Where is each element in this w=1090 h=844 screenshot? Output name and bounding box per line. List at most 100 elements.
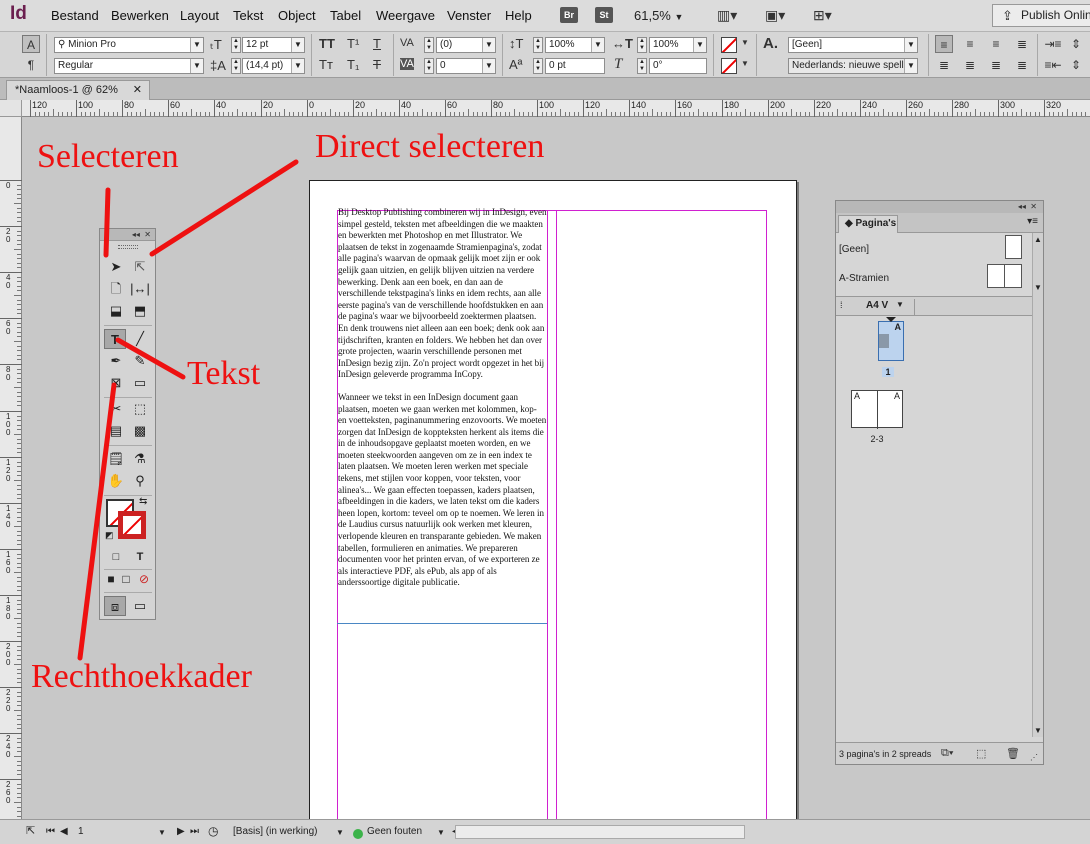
superscript-icon[interactable]: T¹ — [347, 36, 359, 51]
fill-stroke-widget[interactable]: ⇆ ◩ — [105, 496, 150, 543]
page-number-field[interactable]: 1 — [78, 826, 84, 837]
subscript-icon[interactable]: T₁ — [347, 57, 359, 72]
tab-pages[interactable]: ◆ Pagina's — [838, 215, 898, 233]
tracking-stepper[interactable]: ▲ ▼ — [424, 58, 434, 74]
collapse-icon[interactable]: ◂◂ — [132, 230, 140, 239]
hand-tool-icon[interactable]: ✋ — [105, 471, 127, 491]
menu-tabel[interactable]: Tabel — [330, 8, 361, 23]
arrange-documents-icon[interactable]: ⊞▾ — [813, 7, 839, 24]
panel-header[interactable]: ◂◂ ✕ — [100, 229, 155, 241]
zoom-level[interactable]: 61,5% ▼ — [634, 8, 683, 23]
align-left-icon[interactable]: ≡ — [935, 35, 953, 53]
menu-help[interactable]: Help — [505, 8, 532, 23]
font-family-field[interactable]: ⚲ Minion Pro ▼ — [54, 37, 204, 53]
first-page-icon[interactable]: ⏮ — [46, 826, 55, 837]
formatting-text-icon[interactable]: T — [129, 547, 151, 567]
all-caps-icon[interactable]: TT — [319, 36, 335, 51]
vertical-ruler[interactable]: 0 20 40 60 80 100 120 140 160 180 200 220 240 260 — [0, 117, 22, 819]
baseline-shift-field[interactable]: 0 pt — [545, 58, 605, 74]
skew-field[interactable]: 0° — [649, 58, 707, 74]
horizontal-scrollbar[interactable] — [455, 825, 745, 839]
baseline-shift-stepper[interactable]: ▲ ▼ — [533, 58, 543, 74]
close-icon[interactable]: ✕ — [133, 81, 142, 99]
panel-menu-icon[interactable]: ▾≡ — [1027, 216, 1038, 227]
free-transform-tool-icon[interactable]: ⬚ — [129, 399, 151, 419]
spread-2-thumb[interactable]: A A — [851, 390, 903, 429]
master-none-thumb[interactable] — [1005, 235, 1022, 259]
line-tool-icon[interactable]: ╱ — [129, 329, 151, 349]
stock-button[interactable]: St — [595, 7, 613, 23]
chevron-down-icon[interactable]: ▼ — [158, 828, 166, 837]
page-tool-icon[interactable]: 🗋 — [105, 279, 127, 299]
justify-right-icon[interactable]: ≣ — [961, 56, 979, 74]
preflight-profile-icon[interactable]: ◷ — [208, 824, 218, 838]
right-indent-icon[interactable]: ≡⇤ — [1044, 56, 1062, 74]
master-none-label[interactable]: [Geen] — [839, 244, 869, 255]
menu-object[interactable]: Object — [278, 8, 316, 23]
page-size-bar[interactable]: ⁞ A4 V ▼ — [836, 296, 1033, 316]
chevron-down-icon[interactable]: ▼ — [741, 59, 749, 68]
character-style-field[interactable]: [Geen] ▼ — [788, 37, 918, 53]
preflight-profile[interactable]: [Basis] (in werking) — [233, 826, 317, 837]
swap-icon[interactable]: ⇆ — [139, 496, 147, 507]
delete-page-icon[interactable]: 🗑 — [1006, 747, 1020, 760]
menu-venster[interactable]: Venster — [447, 8, 491, 23]
close-icon[interactable]: ✕ — [144, 230, 151, 239]
font-size-field[interactable]: 12 pt ▼ — [242, 37, 305, 53]
leading-field[interactable]: (14,4 pt) ▼ — [242, 58, 305, 74]
align-center-icon[interactable]: ≡ — [961, 35, 979, 53]
preflight-status[interactable]: Geen fouten — [367, 826, 422, 837]
kerning-stepper[interactable]: ▲ ▼ — [424, 37, 434, 53]
kerning-field[interactable]: (0) ▼ — [436, 37, 496, 53]
eyedropper-tool-icon[interactable]: ⚗ — [129, 449, 151, 469]
align-to-spine-icon[interactable]: ≣ — [1013, 56, 1031, 74]
menu-bewerken[interactable]: Bewerken — [111, 8, 169, 23]
selection-tool-icon[interactable]: ➤ — [105, 257, 127, 277]
horizontal-scale-field[interactable]: 100% ▼ — [649, 37, 707, 53]
character-formatting-icon[interactable]: A — [22, 35, 40, 53]
text-frame[interactable]: Bij Desktop Publishing combineren wij in… — [338, 207, 547, 622]
menu-bestand[interactable]: Bestand — [51, 8, 99, 23]
publish-online-button[interactable]: ⇪ Publish Online — [992, 4, 1090, 27]
preview-mode-icon[interactable]: ▭ — [129, 596, 151, 616]
panel-grip[interactable] — [118, 245, 138, 249]
leading-stepper[interactable]: ▲ ▼ — [231, 58, 241, 74]
apply-none-icon[interactable]: ⊘ — [133, 569, 155, 589]
horizontal-ruler[interactable]: 120 100 80 60 40 20 0 20 40 60 80 100 120 140 160 180 20… — [22, 100, 1090, 117]
zoom-tool-icon[interactable]: ⚲ — [129, 471, 151, 491]
chevron-down-icon[interactable]: ▼ — [741, 38, 749, 47]
content-collector-icon[interactable]: ⬓ — [105, 301, 127, 321]
screen-mode-icon[interactable]: ▣▾ — [765, 7, 791, 24]
fill-swatch[interactable] — [721, 37, 737, 53]
font-style-field[interactable]: Regular ▼ — [54, 58, 204, 74]
right-indent-stepper-icon[interactable]: ⇕ — [1067, 56, 1085, 74]
align-right-icon[interactable]: ≡ — [987, 35, 1005, 53]
document-tab[interactable]: *Naamloos-1 @ 62% ✕ — [6, 80, 150, 100]
small-caps-icon[interactable]: Tт — [319, 57, 333, 72]
stroke-box[interactable] — [118, 511, 146, 539]
gradient-swatch-tool-icon[interactable]: ▤ — [105, 421, 127, 441]
rectangle-tool-icon[interactable]: ▭ — [129, 373, 151, 393]
vertical-scale-field[interactable]: 100% ▼ — [545, 37, 605, 53]
strikethrough-icon[interactable]: T — [373, 57, 381, 72]
panel-header[interactable]: ◂◂ ✕ — [836, 201, 1043, 213]
collapse-icon[interactable]: ◂◂ — [1018, 202, 1026, 211]
left-indent-stepper-icon[interactable]: ⇕ — [1067, 35, 1085, 53]
scroll-down-icon[interactable]: ▼ — [1034, 283, 1042, 292]
pen-tool-icon[interactable]: ✒ — [105, 351, 127, 371]
open-in-bridge-icon[interactable]: ⇱ — [26, 824, 35, 837]
normal-view-icon[interactable]: ⧈ — [104, 596, 126, 616]
last-page-icon[interactable]: ⏭ — [190, 826, 199, 837]
left-indent-icon[interactable]: ⇥≡ — [1044, 35, 1062, 53]
pencil-tool-icon[interactable]: ✎ — [129, 351, 151, 371]
resize-grip-icon[interactable]: ⋰ — [1030, 753, 1038, 762]
ruler-origin[interactable] — [0, 100, 22, 117]
scissors-tool-icon[interactable]: ✂ — [105, 399, 127, 419]
tracking-field[interactable]: 0 ▼ — [436, 58, 496, 74]
skew-stepper[interactable]: ▲ ▼ — [637, 58, 647, 74]
chevron-down-icon[interactable]: ▼ — [336, 828, 344, 837]
font-size-stepper[interactable]: ▲ ▼ — [231, 37, 241, 53]
underline-icon[interactable]: T — [373, 36, 381, 51]
menu-weergave[interactable]: Weergave — [376, 8, 435, 23]
gap-tool-icon[interactable]: |↔| — [129, 279, 151, 299]
